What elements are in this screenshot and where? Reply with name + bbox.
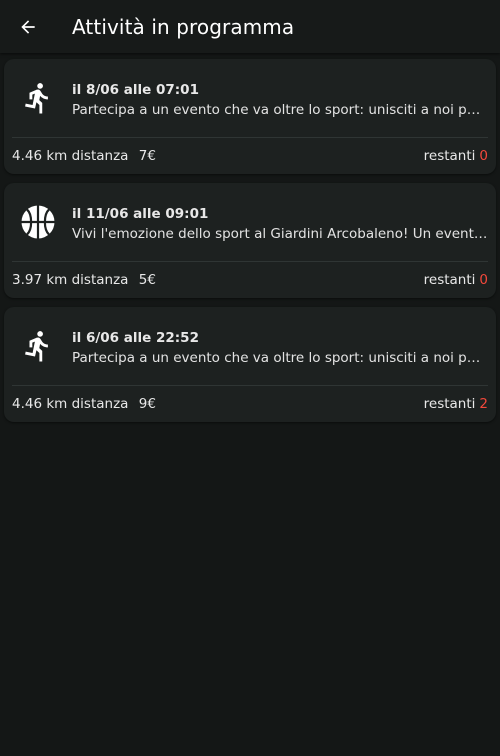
remaining-count: 2 <box>479 396 488 412</box>
page-title: Attività in programma <box>72 14 295 39</box>
event-card[interactable]: il 8/06 alle 07:01 Partecipa a un evento… <box>4 59 496 174</box>
event-price: 7€ <box>138 148 156 164</box>
app-bar: Attività in programma <box>0 0 500 53</box>
running-icon <box>4 59 72 137</box>
event-price: 5€ <box>138 272 156 288</box>
event-date: il 8/06 alle 07:01 <box>72 82 199 98</box>
event-list: il 8/06 alle 07:01 Partecipa a un evento… <box>0 53 500 422</box>
arrow-left-icon <box>21 19 35 34</box>
event-price: 9€ <box>138 396 156 412</box>
remaining-label: restanti <box>423 272 476 288</box>
event-date: il 6/06 alle 22:52 <box>72 330 199 346</box>
event-description: Vivi l'emozione dello sport al Giardini … <box>72 226 488 242</box>
remaining-count: 0 <box>479 148 488 164</box>
event-distance: 4.46 km distanza <box>12 148 129 164</box>
remaining-count: 0 <box>479 272 488 288</box>
event-card[interactable]: il 6/06 alle 22:52 Partecipa a un evento… <box>4 307 496 422</box>
event-distance: 3.97 km distanza <box>12 272 129 288</box>
event-distance: 4.46 km distanza <box>12 396 129 412</box>
back-button[interactable] <box>0 0 56 53</box>
event-description: Partecipa a un evento che va oltre lo sp… <box>72 102 488 118</box>
remaining-label: restanti <box>423 148 476 164</box>
event-card[interactable]: il 11/06 alle 09:01 Vivi l'emozione dell… <box>4 183 496 298</box>
remaining-label: restanti <box>423 396 476 412</box>
running-icon <box>4 307 72 385</box>
event-date: il 11/06 alle 09:01 <box>72 206 209 222</box>
basketball-icon <box>4 183 72 261</box>
event-description: Partecipa a un evento che va oltre lo sp… <box>72 350 488 366</box>
